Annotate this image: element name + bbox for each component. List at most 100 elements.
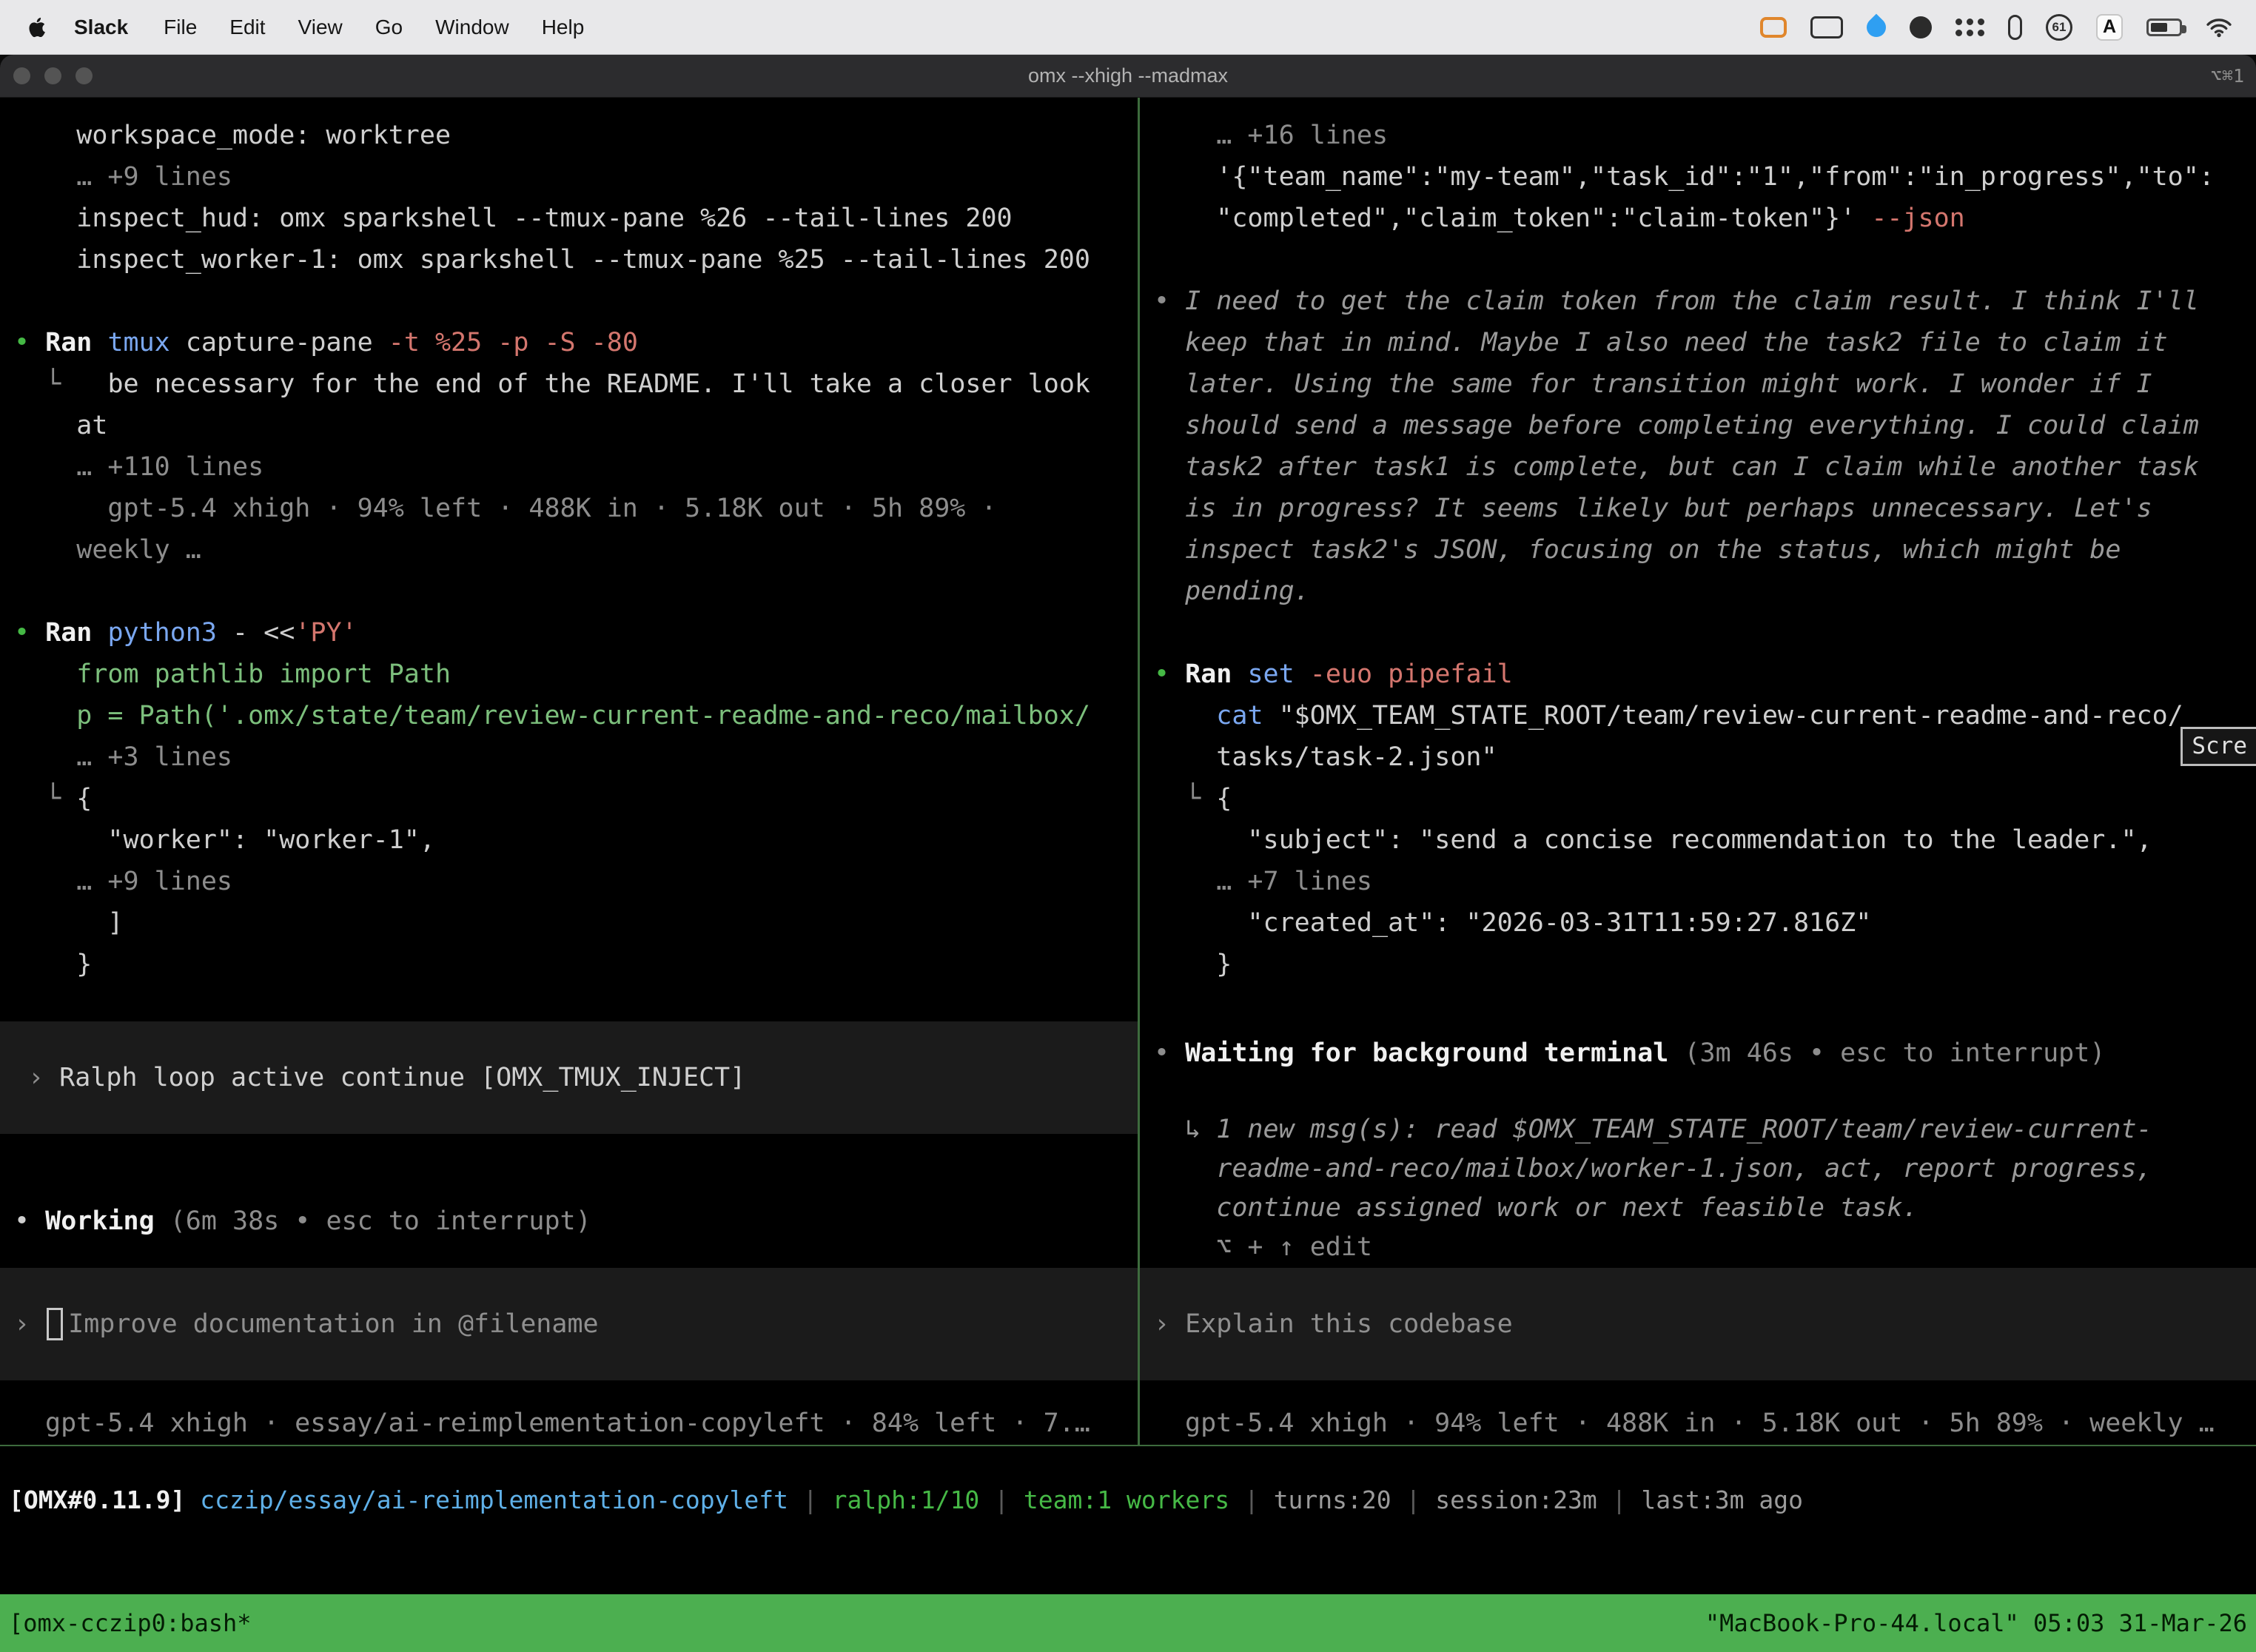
menu-item-file[interactable]: File xyxy=(147,0,213,55)
omx-status-segment: cczip/essay/ai-reimplementation-copyleft xyxy=(200,1485,788,1514)
tmux-session: workspace_mode: worktree … +9 lines insp… xyxy=(0,98,2256,1446)
menu-item-go[interactable]: Go xyxy=(359,0,419,55)
left-input-placeholder: Improve documentation in @filename xyxy=(68,1309,598,1339)
terminal-line: • Waiting for background terminal (3m 46… xyxy=(1140,1032,2256,1074)
menu-items: FileEditViewGoWindowHelp xyxy=(147,0,600,55)
menu-app-name[interactable]: Slack xyxy=(58,0,147,55)
droplet-icon[interactable] xyxy=(1863,13,1890,41)
menu-item-window[interactable]: Window xyxy=(419,0,526,55)
omx-status-segment: session:23m xyxy=(1435,1485,1597,1514)
terminal-line: p = Path('.omx/state/team/review-current… xyxy=(0,695,1138,736)
terminal-line: … +7 lines xyxy=(1140,861,2256,902)
terminal-line: "subject": "send a concise recommendatio… xyxy=(1140,819,2256,861)
menu-item-view[interactable]: View xyxy=(282,0,359,55)
terminal-line: '{"team_name":"my-team","task_id":"1","f… xyxy=(1140,156,2256,198)
right-input-placeholder: Explain this codebase xyxy=(1185,1309,1513,1339)
tmux-pane-right[interactable]: … +16 lines '{"team_name":"my-team","tas… xyxy=(1140,98,2256,1445)
prompt-chevron-icon: › xyxy=(14,1309,45,1339)
screen-recording-indicator[interactable] xyxy=(1760,17,1787,38)
window-title: omx --xhigh --madmax xyxy=(0,64,2256,87)
apple-menu-icon[interactable] xyxy=(19,16,53,39)
working-status-line: • Working (6m 38s • esc to interrupt) xyxy=(0,1201,1138,1242)
terminal-line: • I need to get the claim token from the… xyxy=(1140,281,2256,322)
terminal-window: omx --xhigh --madmax ⌥⌘1 workspace_mode:… xyxy=(0,55,2256,1652)
terminal-line xyxy=(0,281,1138,322)
circle-app-icon[interactable] xyxy=(1910,16,1932,38)
terminal-line: keep that in mind. Maybe I also need the… xyxy=(1140,322,2256,363)
terminal-line: cat "$OMX_TEAM_STATE_ROOT/team/review-cu… xyxy=(1140,695,2256,736)
terminal-line: should send a message before completing … xyxy=(1140,405,2256,446)
terminal-line: } xyxy=(1140,944,2256,985)
tmux-session-label: [omx-cczip0:bash* xyxy=(9,1609,1705,1637)
terminal-line: • Ran tmux capture-pane -t %25 -p -S -80 xyxy=(0,322,1138,363)
terminal-line: "completed","claim_token":"claim-token"}… xyxy=(1140,198,2256,239)
terminal-line: ↳ 1 new msg(s): read $OMX_TEAM_STATE_ROO… xyxy=(1140,1110,2256,1149)
menu-bar: Slack FileEditViewGoWindowHelp 61 A xyxy=(0,0,2256,55)
waiting-status-line: • Waiting for background terminal (3m 46… xyxy=(1140,1032,2256,1074)
terminal-line: pending. xyxy=(1140,571,2256,612)
terminal-line: from pathlib import Path xyxy=(0,654,1138,695)
terminal-line: inspect_worker-1: omx sparkshell --tmux-… xyxy=(0,239,1138,281)
omx-status-segment: | xyxy=(788,1485,833,1514)
clipped-overlay-tooltip: Scre xyxy=(2181,727,2256,766)
wifi-icon[interactable] xyxy=(2206,17,2232,38)
letter-app-icon[interactable]: A xyxy=(2096,14,2123,41)
terminal-line: ⌥ + ↑ edit xyxy=(1140,1228,2256,1267)
keyboard-icon[interactable] xyxy=(1810,16,1843,38)
battery-icon[interactable] xyxy=(2146,19,2182,36)
omx-status-segment: team:1 workers xyxy=(1024,1485,1229,1514)
terminal-line: gpt-5.4 xhigh · 94% left · 488K in · 5.1… xyxy=(0,488,1138,529)
terminal-line: tasks/task-2.json" xyxy=(1140,736,2256,778)
omx-status-bar: [OMX#0.11.9] cczip/essay/ai-reimplementa… xyxy=(0,1446,2256,1594)
text-cursor xyxy=(47,1308,63,1340)
dots-grid-icon[interactable] xyxy=(1955,19,1984,36)
omx-status-segment: turns:20 xyxy=(1274,1485,1391,1514)
terminal-line: └ { xyxy=(1140,778,2256,819)
terminal-line: inspect task2's JSON, focusing on the st… xyxy=(1140,529,2256,571)
terminal-line: "created_at": "2026-03-31T11:59:27.816Z" xyxy=(1140,902,2256,944)
tmux-pane-left[interactable]: workspace_mode: worktree … +9 lines insp… xyxy=(0,98,1138,1445)
terminal-line: ] xyxy=(0,902,1138,944)
terminal-line: … +16 lines xyxy=(1140,115,2256,156)
window-shortcut-hint: ⌥⌘1 xyxy=(2211,65,2244,87)
terminal-line: • Working (6m 38s • esc to interrupt) xyxy=(0,1201,1138,1242)
pane-divider-horizontal[interactable] xyxy=(0,1445,2256,1446)
omx-status-segment: last:3m ago xyxy=(1641,1485,1803,1514)
mailbox-message-block: ↳ 1 new msg(s): read $OMX_TEAM_STATE_ROO… xyxy=(1140,1110,2256,1267)
terminal-line xyxy=(0,571,1138,612)
terminal-line: … +9 lines xyxy=(0,861,1138,902)
right-pane-status-line: gpt-5.4 xhigh · 94% left · 488K in · 5.1… xyxy=(1140,1405,2256,1442)
menu-status-icons: 61 A xyxy=(1760,14,2237,41)
left-pane-lines: workspace_mode: worktree … +9 lines insp… xyxy=(0,98,1138,985)
left-input-prompt[interactable]: › Improve documentation in @filename xyxy=(0,1268,1138,1380)
queued-prompt-band: › Ralph loop active continue [OMX_TMUX_I… xyxy=(0,1021,1138,1134)
terminal-line: } xyxy=(0,944,1138,985)
queued-prompt-lines: › Ralph loop active continue [OMX_TMUX_I… xyxy=(14,1057,745,1098)
badge-icon[interactable]: 61 xyxy=(2046,14,2072,41)
omx-status-segment xyxy=(185,1485,200,1514)
right-input-prompt[interactable]: › Explain this codebase xyxy=(1140,1268,2256,1380)
window-titlebar[interactable]: omx --xhigh --madmax ⌥⌘1 xyxy=(0,55,2256,98)
omx-status-segment: [OMX#0.11.9] xyxy=(9,1485,185,1514)
terminal-line: └ be necessary for the end of the README… xyxy=(0,363,1138,405)
omx-status-segment: ralph:1/10 xyxy=(833,1485,980,1514)
terminal-line: weekly … xyxy=(0,529,1138,571)
menu-item-help[interactable]: Help xyxy=(526,0,601,55)
terminal-line: at xyxy=(0,405,1138,446)
terminal-line: is in progress? It seems likely but perh… xyxy=(1140,488,2256,529)
terminal-line: └ { xyxy=(0,778,1138,819)
capsule-icon[interactable] xyxy=(2008,15,2022,40)
terminal-line: › Ralph loop active continue [OMX_TMUX_I… xyxy=(14,1057,745,1098)
prompt-chevron-icon: › xyxy=(1154,1309,1185,1339)
terminal-line: workspace_mode: worktree xyxy=(0,115,1138,156)
terminal-line xyxy=(1140,239,2256,281)
terminal-line: task2 after task1 is complete, but can I… xyxy=(1140,446,2256,488)
left-pane-status-line: gpt-5.4 xhigh · essay/ai-reimplementatio… xyxy=(0,1405,1138,1442)
omx-status-segment: | xyxy=(979,1485,1024,1514)
terminal-line: … +110 lines xyxy=(0,446,1138,488)
menu-item-edit[interactable]: Edit xyxy=(213,0,281,55)
terminal-line: "worker": "worker-1", xyxy=(0,819,1138,861)
menu-bar-left: Slack FileEditViewGoWindowHelp xyxy=(19,0,600,55)
terminal-line: … +3 lines xyxy=(0,736,1138,778)
terminal-line: inspect_hud: omx sparkshell --tmux-pane … xyxy=(0,198,1138,239)
